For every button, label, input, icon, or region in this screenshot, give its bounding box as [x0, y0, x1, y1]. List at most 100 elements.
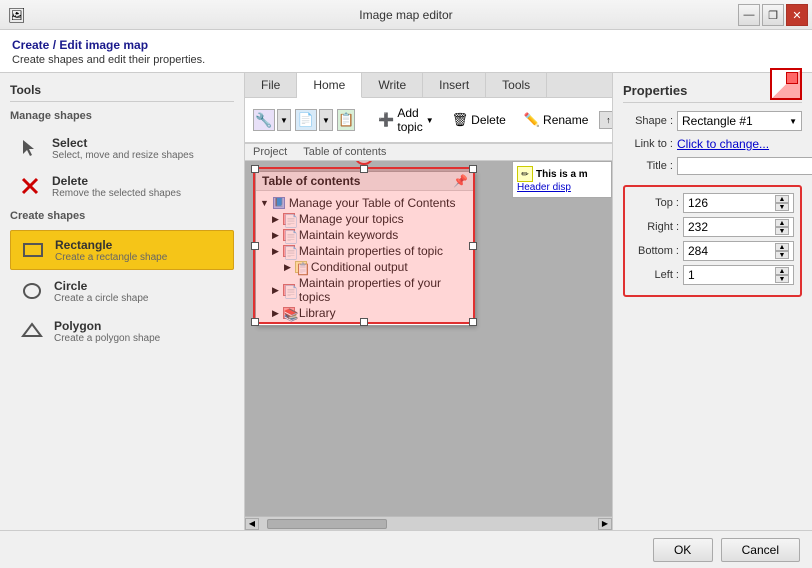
top-spin-down[interactable]: ▼ [775, 203, 789, 211]
circle-name: Circle [54, 279, 149, 293]
bottom-coord-input[interactable]: 284 ▲ ▼ [683, 241, 794, 261]
handle-bottom[interactable] [360, 318, 368, 326]
scroll-right-btn[interactable]: ▶ [598, 518, 612, 530]
tab-insert[interactable]: Insert [423, 73, 486, 97]
handle-right[interactable] [469, 242, 477, 250]
handle-left[interactable] [251, 242, 259, 250]
shape-label: Shape : [623, 115, 673, 127]
page-subtitle: Create shapes and edit their properties. [12, 54, 800, 66]
ribbon-icons-row2: 📄 ▼ [295, 109, 333, 131]
tab-tools[interactable]: Tools [486, 73, 547, 97]
delete-ribbon-icon: 🗑 [452, 112, 469, 128]
editor-canvas[interactable]: Table of contents 📌 ▼ 📘 Manage your Tabl… [245, 161, 612, 516]
handle-top[interactable] [360, 165, 368, 173]
manage-shapes-title: Manage shapes [10, 110, 234, 126]
rename-label: Rename [543, 113, 588, 127]
title-bar: 🖼 Image map editor — ❐ ✕ [0, 0, 812, 30]
dialog-buttons-bar: OK Cancel [0, 530, 812, 568]
top-spinner[interactable]: ▲ ▼ [775, 195, 789, 211]
delete-ribbon-button[interactable]: 🗑 Delete [445, 108, 513, 132]
tab-home[interactable]: Home [297, 73, 362, 98]
delete-name: Delete [52, 174, 181, 188]
scroll-thumb[interactable] [267, 519, 387, 529]
top-spin-up[interactable]: ▲ [775, 195, 789, 203]
tab-bar: File Home Write Insert Tools [245, 73, 612, 98]
breadcrumb-bar: Project Table of contents [245, 144, 612, 161]
polygon-tool[interactable]: Polygon Create a polygon shape [10, 312, 234, 350]
left-spin-down[interactable]: ▼ [775, 275, 789, 283]
handle-tr[interactable] [469, 165, 477, 173]
right-coord-row: Right : 232 ▲ ▼ [631, 217, 794, 237]
right-spin-up[interactable]: ▲ [775, 219, 789, 227]
bottom-spinner[interactable]: ▲ ▼ [775, 243, 789, 259]
delete-icon [16, 172, 44, 200]
shape-dropdown[interactable]: Rectangle #1 ▼ [677, 111, 802, 131]
top-coord-input[interactable]: 126 ▲ ▼ [683, 193, 794, 213]
ribbon-icon-2[interactable]: 📄 [295, 109, 317, 131]
select-tool[interactable]: Select Select, move and resize shapes [10, 130, 234, 166]
title-prop-row: Title : [623, 157, 802, 175]
link-label: Link to : [623, 138, 673, 150]
bottom-spin-down[interactable]: ▼ [775, 251, 789, 259]
shape-row: Shape : Rectangle #1 ▼ [623, 111, 802, 131]
page-title: Create / Edit image map [12, 38, 800, 52]
bottom-spin-up[interactable]: ▲ [775, 243, 789, 251]
editor-toolbar: File Home Write Insert Tools 🔧 ▼ 📄 ▼ [245, 73, 612, 144]
tab-write[interactable]: Write [362, 73, 423, 97]
ribbon-icon-3[interactable]: 📋 [337, 109, 355, 131]
rectangle-icon [19, 236, 47, 264]
top-coord-label: Top : [631, 197, 679, 209]
text-preview-header: ✏ This is a m [517, 166, 607, 182]
text-preview-sub: Header disp [517, 182, 607, 193]
ribbon-icon-1-dropdown[interactable]: ▼ [277, 109, 291, 131]
delete-ribbon-label: Delete [471, 113, 506, 127]
select-icon [16, 134, 44, 162]
ribbon-icon-2-dropdown[interactable]: ▼ [319, 109, 333, 131]
ribbon-icon-1[interactable]: 🔧 [253, 109, 275, 131]
left-coord-input[interactable]: 1 ▲ ▼ [683, 265, 794, 285]
handle-tl[interactable] [251, 165, 259, 173]
editor-panel: File Home Write Insert Tools 🔧 ▼ 📄 ▼ [245, 73, 612, 530]
scroll-left-btn[interactable]: ◀ [245, 518, 259, 530]
circle-icon [18, 277, 46, 305]
restore-button[interactable]: ❐ [762, 4, 784, 26]
link-value[interactable]: Click to change... [677, 137, 769, 151]
tab-file[interactable]: File [245, 73, 297, 97]
rotation-handle[interactable] [354, 161, 374, 165]
window-title: Image map editor [359, 8, 452, 22]
cancel-button[interactable]: Cancel [721, 538, 800, 562]
circle-tool[interactable]: Circle Create a circle shape [10, 272, 234, 310]
right-coord-input[interactable]: 232 ▲ ▼ [683, 217, 794, 237]
right-spinner[interactable]: ▲ ▼ [775, 219, 789, 235]
top-coord-value: 126 [688, 196, 708, 210]
left-spinner[interactable]: ▲ ▼ [775, 267, 789, 283]
handle-bl[interactable] [251, 318, 259, 326]
right-coord-value: 232 [688, 220, 708, 234]
ok-button[interactable]: OK [653, 538, 713, 562]
select-name: Select [52, 136, 194, 150]
title-input[interactable] [677, 157, 812, 175]
nav-arrows: ↑ ← → ↓ ⤢ [599, 111, 612, 129]
delete-tool[interactable]: Delete Remove the selected shapes [10, 168, 234, 204]
rename-button[interactable]: ✏️ Rename [517, 108, 596, 132]
add-topic-button[interactable]: ➕ Add topic ▼ [371, 102, 440, 138]
right-spin-down[interactable]: ▼ [775, 227, 789, 235]
add-topic-arrow: ▼ [426, 116, 434, 125]
text-preview-title: This is a m [536, 169, 588, 180]
handle-br[interactable] [469, 318, 477, 326]
select-desc: Select, move and resize shapes [52, 150, 194, 161]
app-icon: 🖼 [8, 7, 26, 24]
minimize-button[interactable]: — [738, 4, 760, 26]
shape-rectangle-overlay [253, 167, 475, 324]
project-label: Project [253, 146, 287, 158]
header-section: Create / Edit image map Create shapes an… [0, 30, 812, 73]
nav-up[interactable]: ↑ [599, 111, 612, 129]
title-prop-label: Title : [623, 160, 673, 172]
close-button[interactable]: ✕ [786, 4, 808, 26]
h-scrollbar[interactable]: ◀ ▶ [245, 516, 612, 530]
bottom-coord-value: 284 [688, 244, 708, 258]
left-coord-value: 1 [688, 268, 695, 282]
rectangle-tool[interactable]: Rectangle Create a rectangle shape [10, 230, 234, 270]
add-topic-label: Add topic [397, 106, 422, 134]
left-spin-up[interactable]: ▲ [775, 267, 789, 275]
